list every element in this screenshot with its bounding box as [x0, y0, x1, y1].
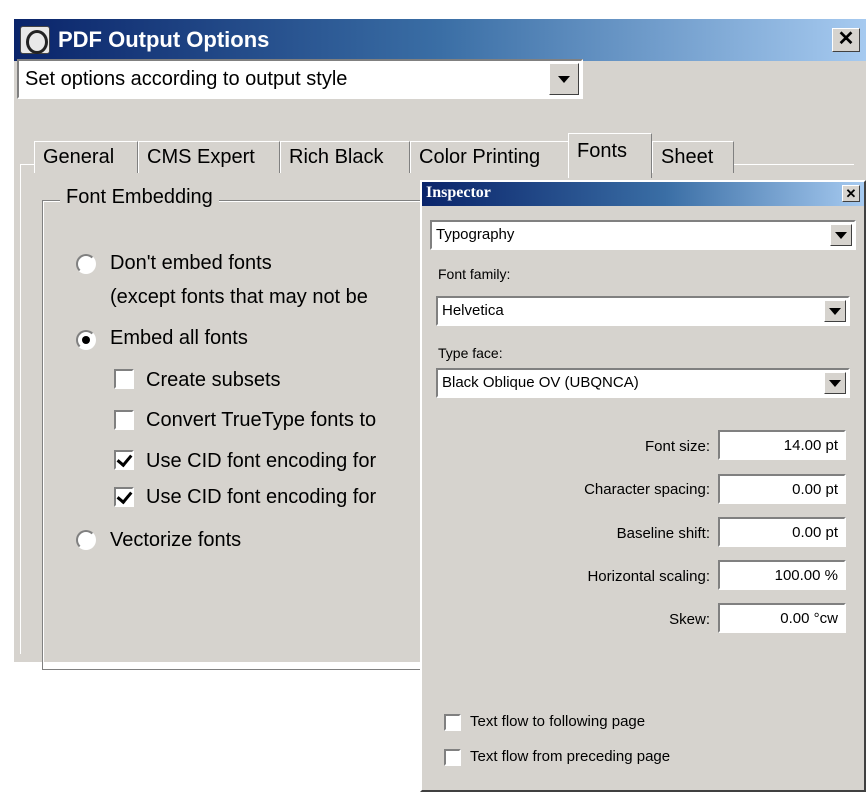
inspector-title-bar[interactable]: Inspector ✕ — [422, 182, 864, 206]
inspector-category-select[interactable]: Typography — [430, 220, 856, 250]
create-subsets-label: Create subsets — [146, 369, 281, 391]
close-button[interactable]: ✕ — [832, 28, 860, 52]
chevron-down-icon[interactable] — [824, 372, 846, 394]
use-cid-encoding-label-1: Use CID font encoding for — [146, 450, 377, 472]
app-icon — [20, 26, 50, 54]
tab-label: Rich Black — [289, 146, 384, 168]
skew-label: Skew: — [669, 611, 710, 628]
baseline-shift-input[interactable]: 0.00 pt — [718, 517, 846, 547]
font-family-label: Font family: — [438, 266, 511, 282]
output-style-select[interactable]: Set options according to output style — [17, 59, 583, 99]
skew-input[interactable]: 0.00 °cw — [718, 603, 846, 633]
text-flow-following-checkbox[interactable] — [444, 714, 461, 731]
font-size-input[interactable]: 14.00 pt — [718, 430, 846, 460]
font-embedding-legend: Font Embedding — [60, 186, 219, 209]
close-icon: ✕ — [837, 28, 855, 50]
tab-sheet[interactable]: Sheet — [652, 141, 734, 173]
dialog-title: PDF Output Options — [58, 27, 270, 52]
character-spacing-label: Character spacing: — [584, 481, 710, 498]
use-cid-encoding-label-2: Use CID font encoding for — [146, 486, 377, 508]
embed-all-fonts-label: Embed all fonts — [110, 327, 248, 349]
tab-cms-expert[interactable]: CMS Expert — [138, 141, 280, 173]
inspector-panel: Inspector ✕ Typography Font family: Helv… — [420, 180, 866, 792]
text-flow-following-label: Text flow to following page — [470, 713, 646, 730]
horizontal-scaling-label: Horizontal scaling: — [587, 568, 710, 585]
tab-general[interactable]: General — [34, 141, 138, 173]
tab-label: General — [43, 146, 115, 168]
character-spacing-input[interactable]: 0.00 pt — [718, 474, 846, 504]
vectorize-fonts-label: Vectorize fonts — [110, 529, 242, 551]
inspector-title: Inspector — [426, 184, 491, 201]
convert-truetype-label: Convert TrueType fonts to — [146, 409, 377, 431]
use-cid-encoding-checkbox-2[interactable] — [114, 487, 134, 507]
inspector-close-button[interactable]: ✕ — [842, 185, 860, 202]
type-face-value: Black Oblique OV (UBQNCA) — [442, 374, 639, 391]
dont-embed-fonts-radio[interactable] — [76, 254, 96, 274]
tab-label: Sheet — [661, 146, 714, 168]
font-family-select[interactable]: Helvetica — [436, 296, 850, 326]
tab-color-printing[interactable]: Color Printing — [410, 141, 570, 173]
output-style-select-value: Set options according to output style — [25, 68, 348, 90]
tab-label: Fonts — [577, 140, 628, 162]
inspector-category-value: Typography — [436, 226, 515, 243]
baseline-shift-label: Baseline shift: — [616, 525, 710, 542]
vectorize-fonts-radio[interactable] — [76, 530, 96, 550]
dont-embed-fonts-note: (except fonts that may not be — [110, 286, 368, 308]
chevron-down-icon[interactable] — [549, 63, 579, 95]
type-face-label: Type face: — [438, 345, 503, 361]
tab-label: Color Printing — [419, 146, 541, 168]
tab-fonts[interactable]: Fonts — [568, 133, 652, 178]
dialog-title-bar[interactable]: PDF Output Options ✕ — [14, 19, 866, 61]
tab-rich-black[interactable]: Rich Black — [280, 141, 410, 173]
use-cid-encoding-checkbox-1[interactable] — [114, 450, 134, 470]
convert-truetype-checkbox[interactable] — [114, 410, 134, 430]
font-size-label: Font size: — [644, 438, 710, 455]
create-subsets-checkbox[interactable] — [114, 369, 134, 389]
tab-label: CMS Expert — [147, 146, 255, 168]
font-family-value: Helvetica — [442, 302, 504, 319]
horizontal-scaling-input[interactable]: 100.00 % — [718, 560, 846, 590]
text-flow-preceding-checkbox[interactable] — [444, 749, 461, 766]
chevron-down-icon[interactable] — [830, 224, 852, 246]
dont-embed-fonts-label: Don't embed fonts — [110, 252, 272, 274]
type-face-select[interactable]: Black Oblique OV (UBQNCA) — [436, 368, 850, 398]
embed-all-fonts-radio[interactable] — [76, 330, 96, 350]
chevron-down-icon[interactable] — [824, 300, 846, 322]
text-flow-preceding-label: Text flow from preceding page — [470, 748, 671, 765]
close-icon: ✕ — [845, 186, 857, 201]
